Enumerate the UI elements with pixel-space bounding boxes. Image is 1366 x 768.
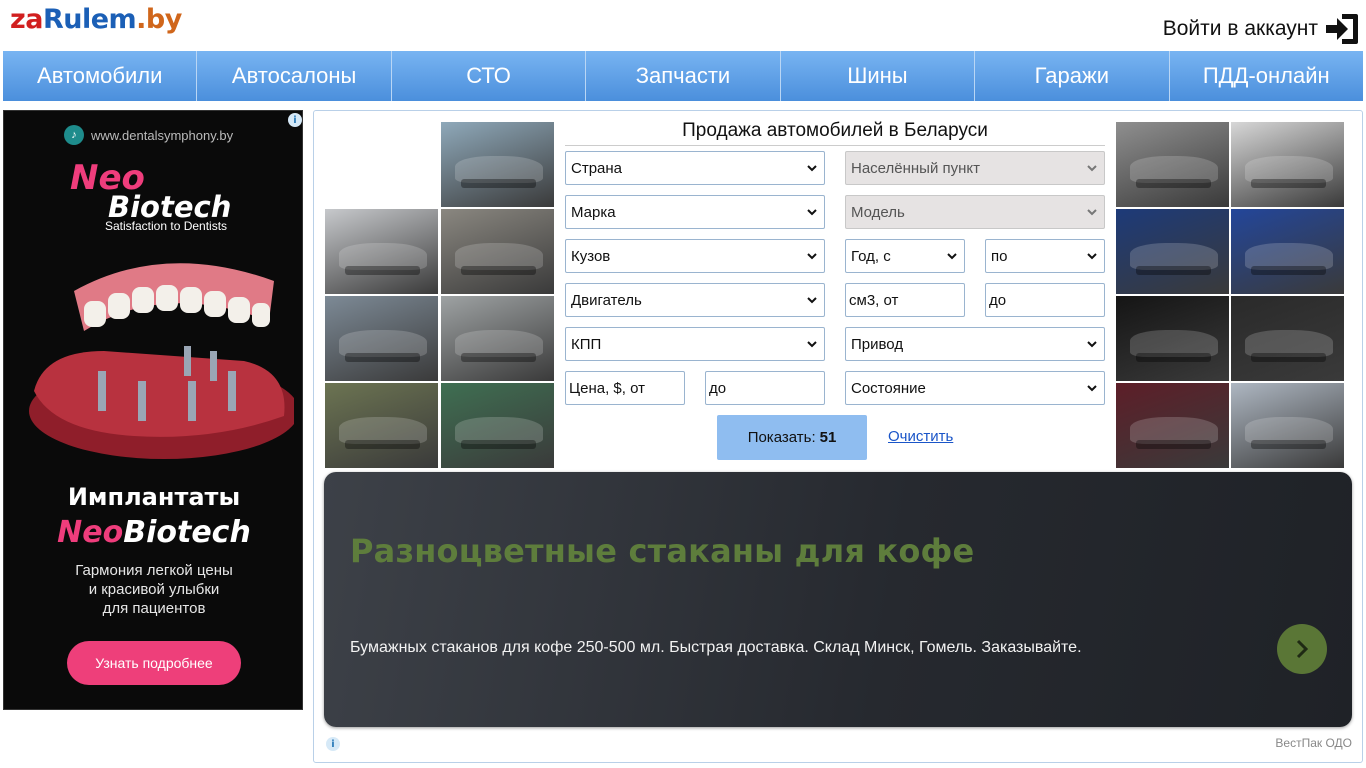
model-select[interactable]: Модель	[845, 195, 1105, 229]
car-photo[interactable]	[325, 383, 438, 468]
ad-learn-more-button[interactable]: Узнать подробнее	[67, 641, 241, 685]
main-nav: Автомобили Автосалоны СТО Запчасти Шины …	[3, 51, 1363, 101]
brand-select[interactable]: Марка	[565, 195, 825, 229]
car-photo[interactable]	[1116, 209, 1229, 294]
show-results-button[interactable]: Показать: 51	[717, 415, 867, 460]
login-link[interactable]: Войти в аккаунт	[1163, 12, 1360, 46]
ad-sponsor: ВестПак ОДО	[1275, 736, 1352, 750]
ad-go-button[interactable]	[1277, 624, 1327, 674]
ad-brand-logo: Neo Biotech	[70, 158, 232, 224]
city-select[interactable]: Населённый пункт	[845, 151, 1105, 185]
divider	[565, 145, 1105, 146]
car-photo[interactable]	[1231, 122, 1344, 207]
ad-headline-brand: NeoBiotech	[57, 515, 251, 550]
ad-site: ♪ www.dentalsymphony.by	[64, 125, 233, 145]
chevron-down-icon	[807, 253, 817, 260]
body-select[interactable]: Кузов	[565, 239, 825, 273]
clear-filters-link[interactable]: Очистить	[888, 428, 953, 445]
chevron-right-icon	[1296, 639, 1309, 659]
car-photo[interactable]	[1116, 296, 1229, 381]
chevron-down-icon	[807, 341, 817, 348]
nav-item-cars[interactable]: Автомобили	[3, 51, 198, 101]
car-photo[interactable]	[441, 122, 554, 207]
car-photo[interactable]	[1231, 383, 1344, 468]
tooth-icon: ♪	[64, 125, 84, 145]
car-photo[interactable]	[1116, 122, 1229, 207]
chevron-down-icon	[1087, 341, 1097, 348]
results-count: 51	[819, 429, 837, 446]
coffee-cups-ad[interactable]: Разноцветные стаканы для кофе Бумажных с…	[324, 472, 1352, 727]
search-title: Продажа автомобилей в Беларуси	[682, 120, 988, 141]
car-photo[interactable]	[1231, 296, 1344, 381]
nav-item-garages[interactable]: Гаражи	[975, 51, 1170, 101]
condition-select[interactable]: Состояние	[845, 371, 1105, 405]
car-photo[interactable]	[441, 296, 554, 381]
car-photo[interactable]	[325, 209, 438, 294]
car-photo[interactable]	[441, 209, 554, 294]
year-to-select[interactable]: по	[985, 239, 1105, 273]
login-label: Войти в аккаунт	[1162, 17, 1318, 40]
car-photo[interactable]	[441, 383, 554, 468]
ad-tagline: Satisfaction to Dentists	[105, 219, 228, 233]
ad-text: Бумажных стаканов для кофе 250-500 мл. Б…	[350, 639, 1082, 656]
engine-select[interactable]: Двигатель	[565, 283, 825, 317]
dental-ad-banner[interactable]: i ♪ www.dentalsymphony.by Neo Biotech Sa…	[3, 110, 303, 710]
denture-image	[29, 263, 294, 459]
nav-item-service[interactable]: СТО	[392, 51, 587, 101]
chevron-down-icon	[947, 253, 957, 260]
car-photo[interactable]	[1116, 383, 1229, 468]
ad-headline: Имплантаты	[67, 483, 241, 511]
chevron-down-icon	[1087, 165, 1097, 172]
ad-description: Гармония легкой цены и красивой улыбки д…	[75, 562, 233, 617]
chevron-down-icon	[807, 165, 817, 172]
site-logo[interactable]: zaRulem.by	[10, 4, 182, 35]
chevron-down-icon	[1087, 209, 1097, 216]
drive-select[interactable]: Привод	[845, 327, 1105, 361]
country-select[interactable]: Страна	[565, 151, 825, 185]
ad-info-icon[interactable]: i	[326, 737, 340, 751]
chevron-down-icon	[807, 209, 817, 216]
ad-info-icon[interactable]: i	[288, 113, 302, 127]
car-photo[interactable]	[1231, 209, 1344, 294]
nav-item-tires[interactable]: Шины	[781, 51, 976, 101]
car-photo[interactable]	[325, 296, 438, 381]
gearbox-select[interactable]: КПП	[565, 327, 825, 361]
chevron-down-icon	[807, 297, 817, 304]
sign-in-icon	[1326, 14, 1358, 44]
ad-title: Разноцветные стаканы для кофе	[350, 532, 975, 570]
chevron-down-icon	[1087, 253, 1097, 260]
chevron-down-icon	[1087, 385, 1097, 392]
year-from-select[interactable]: Год, с	[845, 239, 965, 273]
cc-to-input[interactable]: до	[985, 283, 1105, 317]
price-from-input[interactable]: Цена, $, от	[565, 371, 685, 405]
nav-item-parts[interactable]: Запчасти	[586, 51, 781, 101]
nav-item-dealers[interactable]: Автосалоны	[197, 51, 392, 101]
nav-item-traffic-rules[interactable]: ПДД-онлайн	[1170, 51, 1363, 101]
cc-from-input[interactable]: см3, от	[845, 283, 965, 317]
price-to-input[interactable]: до	[705, 371, 825, 405]
